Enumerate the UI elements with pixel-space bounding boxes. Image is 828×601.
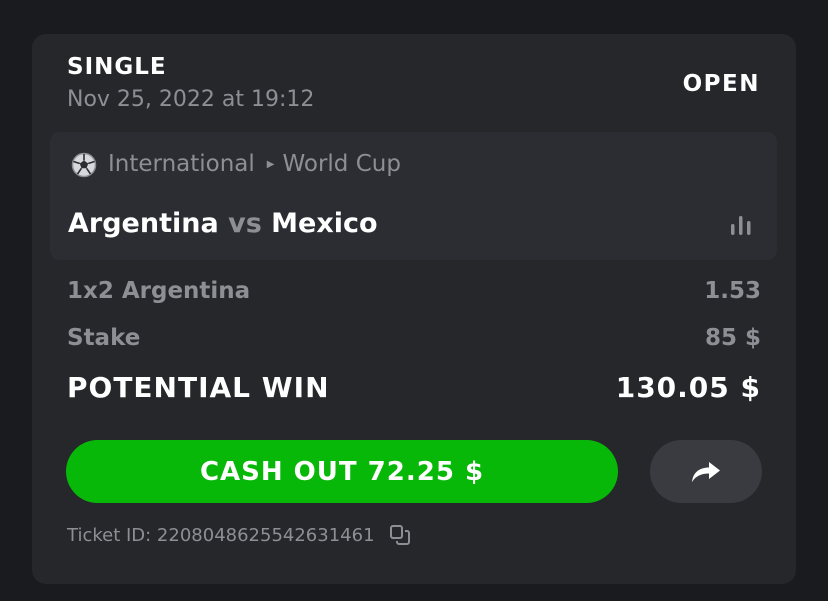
event-category: International bbox=[108, 151, 255, 177]
share-arrow-icon bbox=[692, 461, 720, 482]
stake-label: Stake bbox=[67, 325, 141, 351]
caret-right-icon: ▶ bbox=[266, 158, 275, 170]
ticket-id: Ticket ID: 2208048625542631461 bbox=[67, 524, 375, 546]
selection-row: 1x2 Argentina 1.53 bbox=[67, 278, 761, 304]
ticket-id-row: Ticket ID: 2208048625542631461 bbox=[67, 524, 411, 546]
event-league: World Cup bbox=[282, 151, 401, 177]
potential-win-row: POTENTIAL WIN 130.05 $ bbox=[67, 371, 761, 404]
stats-icon[interactable] bbox=[729, 215, 753, 235]
share-button[interactable] bbox=[650, 440, 762, 503]
bet-status-badge: OPEN bbox=[682, 71, 760, 97]
stake-row: Stake 85 $ bbox=[67, 325, 761, 351]
match-title: Argentina vs Mexico bbox=[68, 208, 378, 239]
stake-value: 85 $ bbox=[704, 325, 761, 351]
copy-icon[interactable] bbox=[389, 524, 411, 546]
potential-win-label: POTENTIAL WIN bbox=[67, 371, 330, 404]
bet-date: Nov 25, 2022 at 19:12 bbox=[67, 87, 315, 112]
event-breadcrumb: International ▶ World Cup bbox=[108, 151, 401, 177]
bet-card: SINGLE Nov 25, 2022 at 19:12 OPEN Intern… bbox=[32, 34, 796, 584]
soccer-ball-icon bbox=[71, 152, 97, 178]
potential-win-value: 130.05 $ bbox=[615, 371, 761, 404]
bet-type-label: SINGLE bbox=[67, 54, 167, 80]
selection-odds: 1.53 bbox=[704, 278, 761, 304]
versus-label: vs bbox=[228, 208, 262, 239]
away-team: Mexico bbox=[271, 208, 378, 239]
event-box[interactable]: International ▶ World Cup Argentina vs M… bbox=[50, 132, 777, 260]
cash-out-button[interactable]: CASH OUT 72.25 $ bbox=[66, 440, 618, 503]
selection-label: 1x2 Argentina bbox=[67, 278, 251, 304]
home-team: Argentina bbox=[68, 208, 219, 239]
